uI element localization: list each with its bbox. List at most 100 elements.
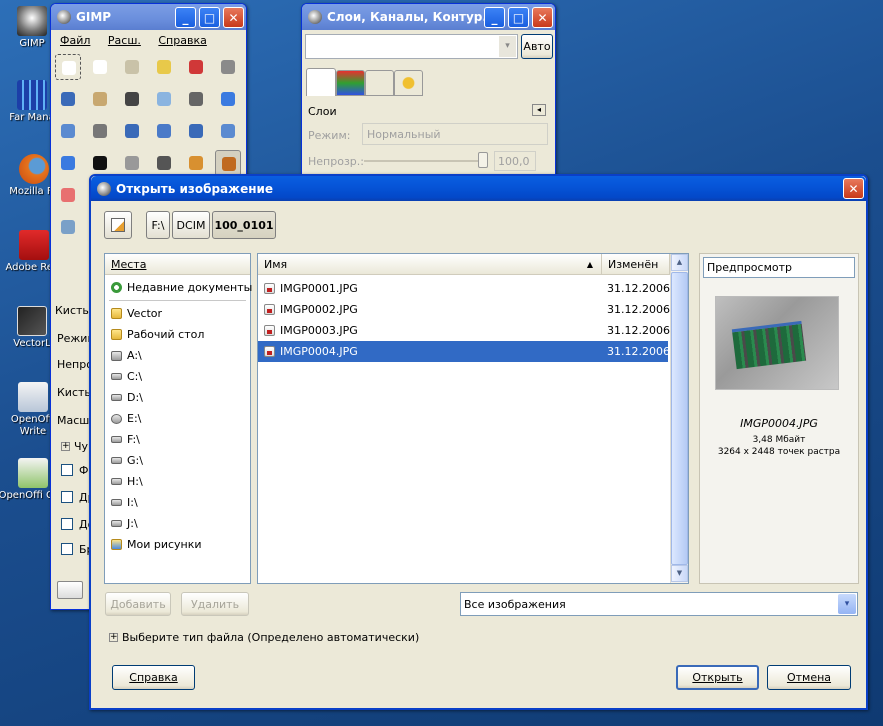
airbrush-tool-icon[interactable] bbox=[55, 214, 81, 240]
place-drive-a[interactable]: A:\ bbox=[105, 345, 250, 366]
magic-wand-tool-icon[interactable] bbox=[151, 54, 177, 80]
foreground-select-tool-icon[interactable] bbox=[55, 86, 81, 112]
scroll-up-icon[interactable]: ▲ bbox=[671, 254, 688, 271]
scissors-tool-icon[interactable] bbox=[215, 54, 241, 80]
option-checkbox-3[interactable] bbox=[61, 518, 73, 530]
layer-mode-select[interactable]: Нормальный bbox=[362, 123, 548, 145]
chevron-down-icon[interactable]: ▾ bbox=[838, 594, 856, 614]
layer-opacity-slider[interactable] bbox=[364, 160, 484, 162]
file-filter-select[interactable]: Все изображения ▾ bbox=[460, 592, 858, 616]
remove-bookmark-button[interactable]: Удалить bbox=[181, 592, 249, 616]
open-image-titlebar[interactable]: Открыть изображение ✕ bbox=[91, 176, 866, 201]
place-vector[interactable]: Vector bbox=[105, 303, 250, 324]
file-row[interactable]: IMGP0002.JPG 31.12.2006 bbox=[258, 299, 670, 320]
close-button[interactable]: ✕ bbox=[843, 178, 864, 199]
move-tool-icon[interactable] bbox=[215, 86, 241, 112]
option-checkbox-1[interactable] bbox=[61, 464, 73, 476]
place-drive-d[interactable]: D:\ bbox=[105, 387, 250, 408]
layer-opacity-spinner[interactable]: 100,0 bbox=[494, 151, 536, 171]
flip-tool-icon[interactable] bbox=[55, 150, 81, 176]
blend-tool-icon[interactable] bbox=[151, 150, 177, 176]
maximize-button[interactable]: □ bbox=[199, 7, 220, 28]
help-button[interactable]: Справка bbox=[112, 665, 195, 690]
crop-tool-icon[interactable] bbox=[87, 118, 113, 144]
color-picker-tool-icon[interactable] bbox=[119, 86, 145, 112]
option-checkbox-4[interactable] bbox=[61, 543, 73, 555]
minimize-button[interactable]: _ bbox=[484, 7, 505, 28]
drive-icon bbox=[111, 520, 122, 527]
minimize-button[interactable]: _ bbox=[175, 7, 196, 28]
shear-tool-icon[interactable] bbox=[183, 118, 209, 144]
scrollbar-thumb[interactable] bbox=[671, 272, 688, 565]
tab-channels-icon[interactable] bbox=[336, 70, 365, 96]
menu-help[interactable]: Справка bbox=[158, 34, 206, 47]
places-separator bbox=[109, 300, 246, 301]
path-segment-root[interactable]: F:\ bbox=[146, 211, 170, 239]
measure-tool-icon[interactable] bbox=[183, 86, 209, 112]
tool-options-expander[interactable]: + Чу bbox=[61, 440, 88, 453]
ellipse-select-tool-icon[interactable] bbox=[87, 54, 113, 80]
layers-window-icon bbox=[308, 10, 322, 24]
auto-button[interactable]: Авто bbox=[521, 34, 553, 59]
panel-menu-icon[interactable]: ◂ bbox=[532, 104, 546, 116]
layer-opacity-slider-handle[interactable] bbox=[478, 152, 488, 168]
menu-extensions[interactable]: Расш. bbox=[108, 34, 141, 47]
menu-file[interactable]: Файл bbox=[60, 34, 90, 47]
maximize-button[interactable]: □ bbox=[508, 7, 529, 28]
vectorl-icon bbox=[17, 306, 47, 336]
file-row[interactable]: IMGP0003.JPG 31.12.2006 bbox=[258, 320, 670, 341]
column-header-modified[interactable]: Изменён bbox=[602, 254, 670, 275]
place-desktop[interactable]: Рабочий стол bbox=[105, 324, 250, 345]
path-segment-dcim[interactable]: DCIM bbox=[172, 211, 210, 239]
type-location-button[interactable] bbox=[104, 211, 132, 239]
option-checkbox-2[interactable] bbox=[61, 491, 73, 503]
preview-filename: IMGP0004.JPG bbox=[740, 417, 818, 430]
place-drive-e[interactable]: E:\ bbox=[105, 408, 250, 429]
eraser-tool-icon[interactable] bbox=[55, 182, 81, 208]
recent-icon bbox=[111, 282, 122, 293]
rotate-tool-icon[interactable] bbox=[119, 118, 145, 144]
perspective-tool-icon[interactable] bbox=[215, 118, 241, 144]
color-select-tool-icon[interactable] bbox=[183, 54, 209, 80]
scale-tool-icon[interactable] bbox=[151, 118, 177, 144]
column-header-name[interactable]: Имя ▲ bbox=[258, 254, 602, 275]
tab-undo-icon[interactable] bbox=[394, 70, 423, 96]
close-button[interactable]: ✕ bbox=[532, 7, 553, 28]
save-options-icon[interactable] bbox=[57, 581, 83, 599]
place-my-pictures[interactable]: Мои рисунки bbox=[105, 534, 250, 555]
tab-layers-icon[interactable] bbox=[306, 68, 336, 96]
scroll-down-icon[interactable]: ▼ bbox=[671, 565, 688, 582]
file-list: Имя ▲ Изменён IMGP0001.JPG 31.12.2006 IMGP… bbox=[257, 253, 689, 584]
close-button[interactable]: ✕ bbox=[223, 7, 244, 28]
add-bookmark-button[interactable]: Добавить bbox=[105, 592, 171, 616]
tab-paths-icon[interactable] bbox=[365, 70, 394, 96]
place-drive-f[interactable]: F:\ bbox=[105, 429, 250, 450]
place-drive-c[interactable]: C:\ bbox=[105, 366, 250, 387]
place-drive-i[interactable]: I:\ bbox=[105, 492, 250, 513]
vertical-scrollbar[interactable]: ▲ ▼ bbox=[670, 254, 688, 583]
bucket-fill-tool-icon[interactable] bbox=[119, 150, 145, 176]
image-selector-combo[interactable]: ▾ bbox=[305, 34, 518, 59]
file-row[interactable]: IMGP0001.JPG 31.12.2006 bbox=[258, 278, 670, 299]
place-drive-g[interactable]: G:\ bbox=[105, 450, 250, 471]
paths-tool-icon[interactable] bbox=[87, 86, 113, 112]
cancel-button[interactable]: Отмена bbox=[767, 665, 851, 690]
path-segment-current[interactable]: 100_0101 bbox=[212, 211, 276, 239]
places-header[interactable]: Места bbox=[105, 254, 250, 275]
align-tool-icon[interactable] bbox=[55, 118, 81, 144]
text-tool-icon[interactable] bbox=[87, 150, 113, 176]
file-row-selected[interactable]: IMGP0004.JPG 31.12.2006 bbox=[258, 341, 670, 362]
paintbrush-tool-icon[interactable] bbox=[215, 150, 241, 176]
lasso-tool-icon[interactable] bbox=[119, 54, 145, 80]
filetype-expander[interactable]: + Выберите тип файла (Определено автомат… bbox=[109, 631, 419, 644]
rect-select-tool-icon[interactable] bbox=[55, 54, 81, 80]
open-button[interactable]: Открыть bbox=[676, 665, 759, 690]
zoom-tool-icon[interactable] bbox=[151, 86, 177, 112]
place-drive-j[interactable]: J:\ bbox=[105, 513, 250, 534]
pencil-tool-icon[interactable] bbox=[183, 150, 209, 176]
place-recent[interactable]: Недавние документы bbox=[105, 277, 252, 298]
layers-dialog-titlebar[interactable]: Слои, Каналы, Контур... _ □ ✕ bbox=[302, 4, 555, 30]
gimp-toolbox-titlebar[interactable]: GIMP _ □ ✕ bbox=[51, 4, 246, 30]
place-drive-h[interactable]: H:\ bbox=[105, 471, 250, 492]
tool-options-brush2-label: Кисть bbox=[57, 386, 91, 399]
